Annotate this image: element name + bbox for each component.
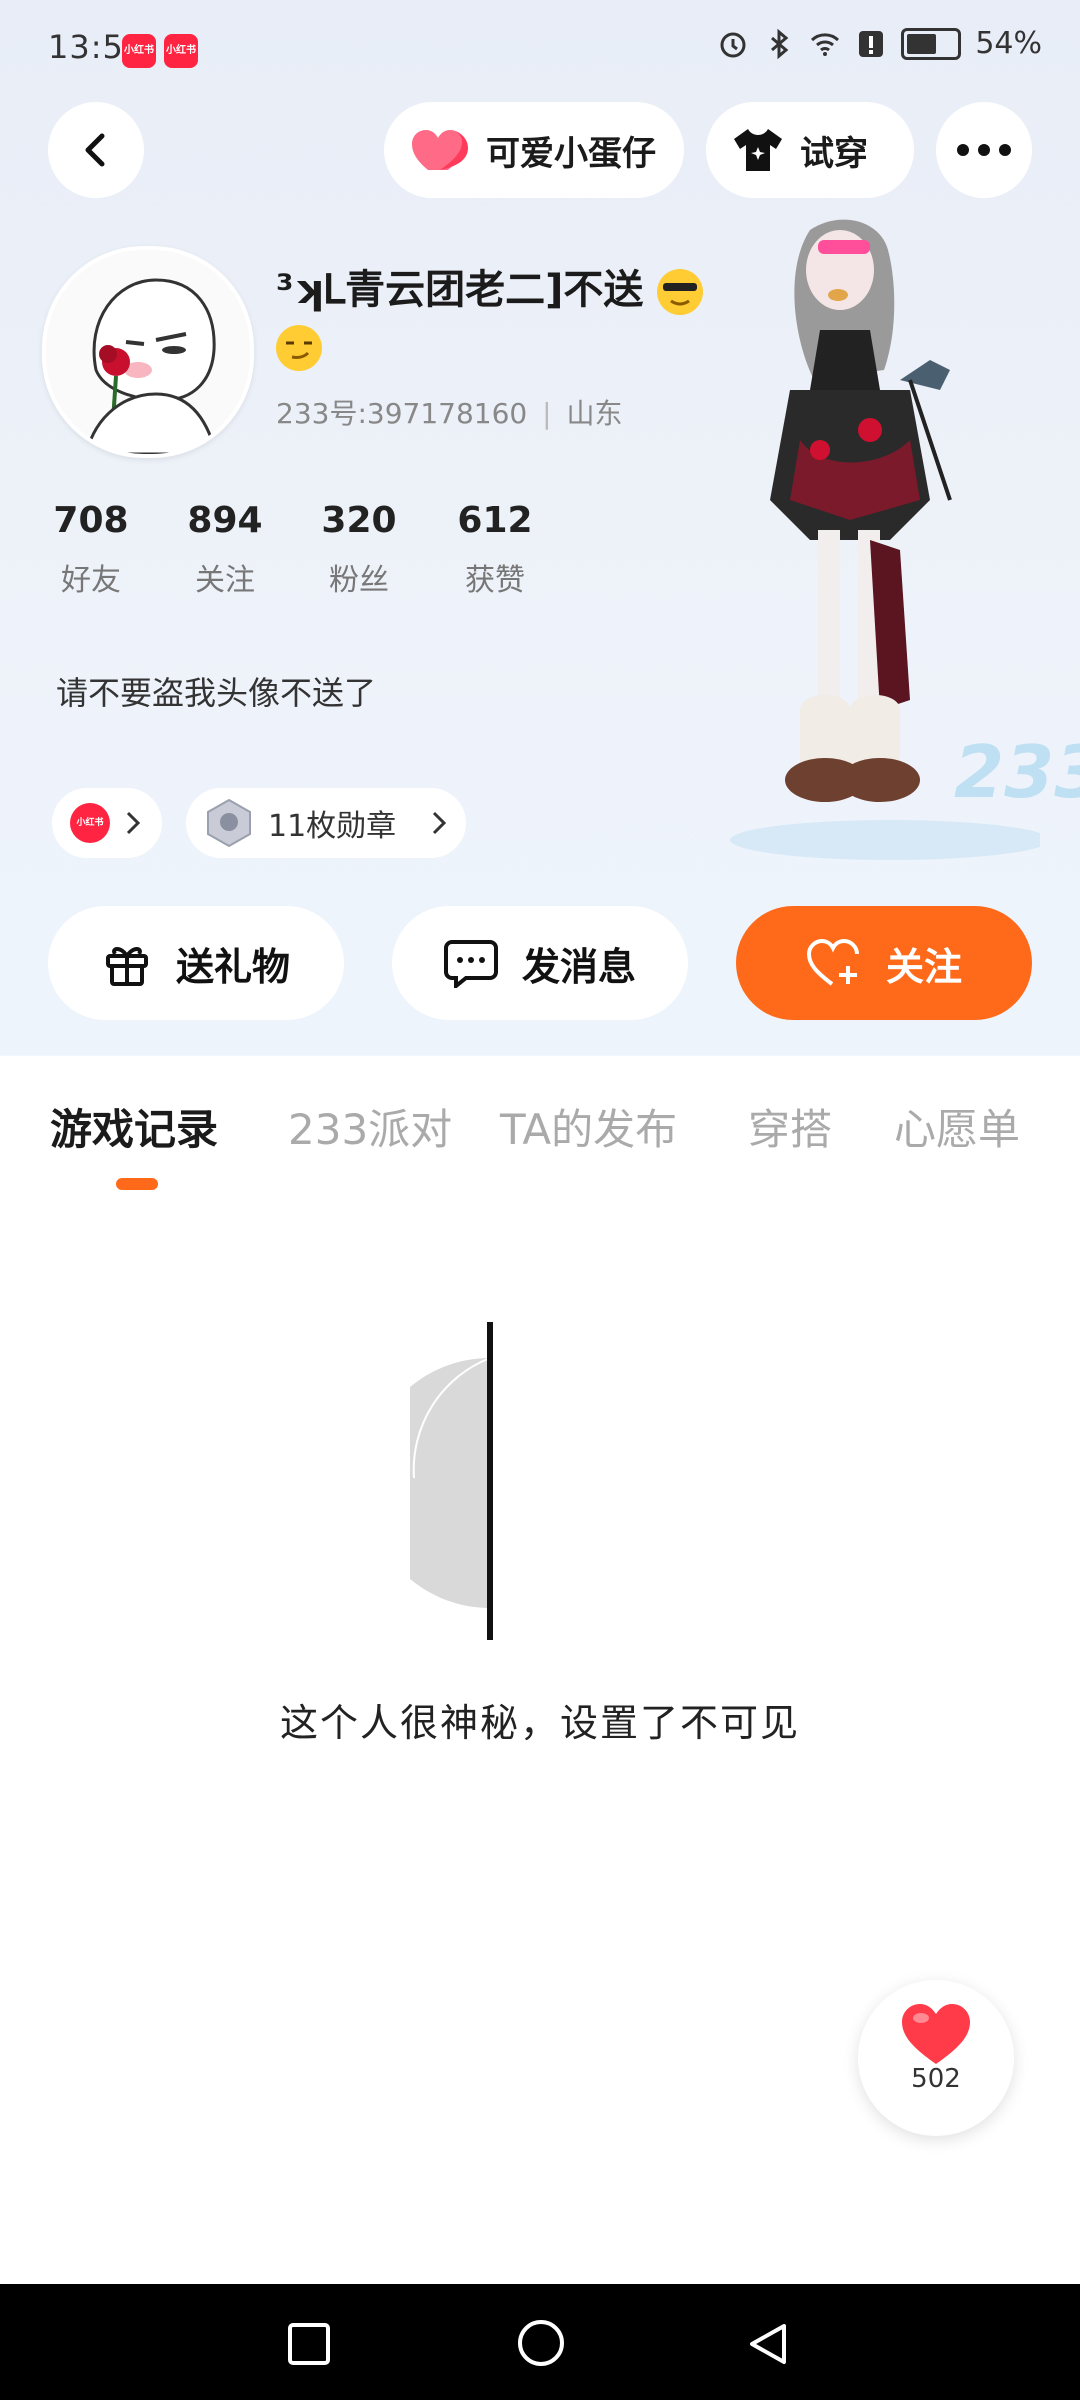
tab-indicator [116, 1178, 158, 1190]
stat-likes[interactable]: 612 获赞 [450, 500, 540, 599]
stat-value: 320 [321, 500, 397, 541]
stat-label: 关注 [195, 563, 255, 598]
back-button[interactable] [48, 102, 144, 198]
chevron-right-icon [432, 811, 447, 835]
empty-state-message: 这个人很神秘，设置了不可见 [279, 1701, 800, 1745]
id-location: 233号:397178160 | 山东 [276, 397, 623, 430]
bio: 请不要盗我头像不送了 [56, 674, 377, 712]
tab-game-records[interactable]: 游戏记录 [50, 1096, 218, 1157]
chat-bubble-icon [443, 940, 498, 988]
like-count: 502 [911, 2064, 961, 2094]
bluetooth-icon [771, 28, 789, 59]
medals-chip[interactable]: 11枚勋章 [186, 788, 466, 858]
alarm-icon [720, 32, 746, 57]
xiaohongshu-notification-icon: 小红书 [122, 34, 156, 68]
stat-label: 获赞 [465, 563, 525, 598]
xiaohongshu-link-chip[interactable]: 小红书 [52, 788, 162, 858]
stat-value: 708 [53, 500, 129, 541]
like-button[interactable]: 502 [858, 1980, 1014, 2136]
send-message-label: 发消息 [521, 944, 636, 989]
id-prefix: 233号 [276, 397, 358, 430]
heart-plus-icon [806, 938, 859, 986]
send-message-button[interactable]: 发消息 [392, 906, 688, 1020]
avatar-3d-character[interactable]: 233 [700, 210, 1080, 870]
pet-button[interactable]: 可爱小蛋仔 [384, 102, 684, 198]
xiaohongshu-notification-icon: 小红书 [164, 34, 198, 68]
hidden-content-illustration [410, 1322, 493, 1640]
heart-icon [902, 2004, 970, 2064]
tshirt-icon [734, 129, 782, 171]
tab-233-party[interactable]: 233派对 [288, 1096, 452, 1157]
wifi-icon [811, 32, 840, 56]
follow-button[interactable]: 关注 [736, 906, 1032, 1020]
chevron-right-icon [126, 811, 141, 835]
more-icon [957, 144, 1011, 156]
stat-label: 好友 [61, 563, 121, 598]
stat-value: 612 [457, 500, 533, 541]
nickname-text: ³ʞ𝖫青云团老二]不送 [276, 267, 644, 313]
medal-icon [207, 798, 251, 848]
cool-face-emoji-icon [657, 269, 704, 315]
status-icons: 54% [717, 26, 1042, 61]
brand-watermark: 233 [954, 730, 1080, 814]
stat-label: 粉丝 [329, 563, 389, 598]
chevron-left-icon [85, 133, 105, 167]
stat-friends[interactable]: 708 好友 [46, 500, 136, 599]
tab-ta-posts[interactable]: TA的发布 [500, 1096, 677, 1157]
tab-outfits[interactable]: 穿搭 [748, 1096, 832, 1157]
location: 山东 [566, 397, 623, 430]
xiaohongshu-logo-icon: 小红书 [70, 803, 110, 843]
battery-percent: 54% [975, 26, 1042, 61]
more-button[interactable] [936, 102, 1032, 198]
stat-value: 894 [187, 500, 263, 541]
pet-label: 可爱小蛋仔 [486, 133, 656, 174]
try-on-button[interactable]: 试穿 [706, 102, 914, 198]
try-on-label: 试穿 [800, 133, 868, 174]
stat-fans[interactable]: 320 粉丝 [314, 500, 404, 599]
nickname: ³ʞ𝖫青云团老二]不送 [276, 262, 716, 374]
smirk-face-emoji-icon [276, 325, 322, 371]
heart-icon [412, 130, 468, 170]
stat-following[interactable]: 894 关注 [180, 500, 270, 599]
gift-icon [105, 947, 148, 986]
alert-icon [859, 30, 884, 57]
back-nav-icon[interactable] [746, 2322, 790, 2366]
medals-label: 11枚勋章 [268, 809, 397, 844]
tab-wishlist[interactable]: 心愿单 [894, 1096, 1020, 1157]
status-bar: 13:51 小红书 小红书 54% [0, 0, 1080, 100]
home-icon[interactable] [516, 2318, 566, 2368]
avatar[interactable] [42, 246, 254, 458]
avatar-image [46, 250, 250, 454]
battery-icon [901, 27, 962, 60]
recents-icon[interactable] [287, 2322, 331, 2366]
user-id: 397178160 [366, 397, 528, 430]
send-gift-button[interactable]: 送礼物 [48, 906, 344, 1020]
follow-label: 关注 [885, 944, 962, 989]
send-gift-label: 送礼物 [175, 944, 290, 989]
